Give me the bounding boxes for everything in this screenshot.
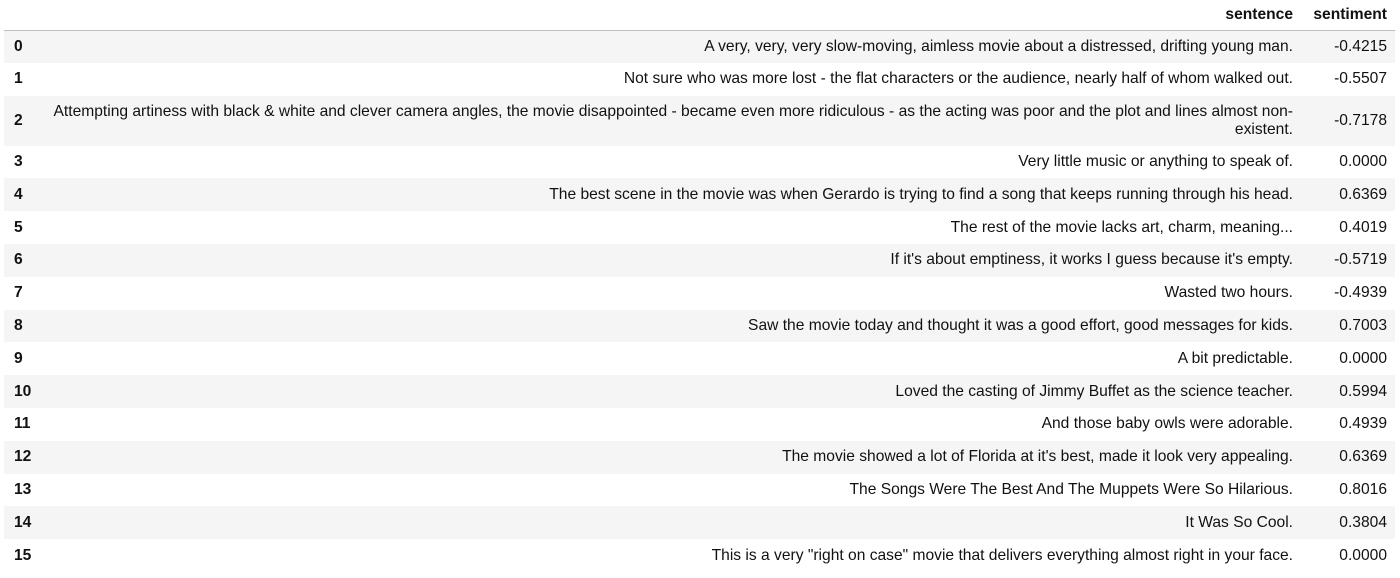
sentence-cell: Wasted two hours.: [1164, 284, 1293, 302]
table-row: 5 The rest of the movie lacks art, charm…: [4, 211, 1395, 244]
sentiment-cell: 0.0000: [1339, 349, 1387, 367]
table-header: sentence sentiment: [4, 0, 1395, 31]
sentence-cell: Attempting artiness with black & white a…: [53, 102, 1294, 138]
sentence-column-header: sentence: [44, 0, 1300, 31]
table-row: 10 Loved the casting of Jimmy Buffet as …: [4, 375, 1395, 408]
sentiment-cell: -0.7178: [1334, 111, 1387, 129]
table-row: 11 And those baby owls were adorable. 0.…: [4, 407, 1395, 441]
sentiment-table: sentence sentiment 0 A very, very, very …: [4, 0, 1395, 572]
sentence-cell: A very, very, very slow-moving, aimless …: [704, 37, 1293, 55]
sentence-cell: Loved the casting of Jimmy Buffet as the…: [895, 382, 1293, 400]
sentiment-cell: 0.4019: [1339, 218, 1387, 236]
header-row: sentence sentiment: [4, 0, 1395, 31]
row-index: 7: [14, 284, 23, 302]
sentence-cell: Very little music or anything to speak o…: [1018, 152, 1293, 170]
table-body: 0 A very, very, very slow-moving, aimles…: [4, 30, 1395, 572]
sentiment-cell: -0.4939: [1334, 284, 1387, 302]
table-row: 0 A very, very, very slow-moving, aimles…: [4, 30, 1395, 63]
row-index: 12: [14, 448, 32, 466]
sentence-cell: The Songs Were The Best And The Muppets …: [849, 480, 1294, 498]
sentiment-cell: -0.5719: [1334, 251, 1387, 269]
row-index: 10: [14, 382, 32, 400]
table-row: 4 The best scene in the movie was when G…: [4, 178, 1395, 212]
sentiment-cell: 0.4939: [1339, 415, 1387, 433]
sentence-cell: If it's about emptiness, it works I gues…: [890, 251, 1293, 269]
sentiment-cell: 0.0000: [1339, 546, 1387, 564]
row-index: 0: [14, 37, 23, 55]
row-index: 14: [14, 513, 32, 531]
sentiment-cell: 0.3804: [1339, 513, 1387, 531]
index-column-header: [4, 0, 44, 31]
row-index: 13: [14, 480, 32, 498]
table-row: 14 It Was So Cool. 0.3804: [4, 506, 1395, 540]
sentence-cell: A bit predictable.: [1177, 349, 1293, 367]
table-row: 15 This is a very "right on case" movie …: [4, 539, 1395, 572]
sentiment-column-header: sentiment: [1300, 0, 1395, 31]
table-row: 9 A bit predictable. 0.0000: [4, 342, 1395, 376]
sentiment-cell: -0.4215: [1334, 37, 1387, 55]
sentiment-cell: 0.6369: [1339, 185, 1387, 203]
row-index: 4: [14, 185, 23, 203]
sentence-cell: Not sure who was more lost - the flat ch…: [623, 70, 1293, 88]
table-row: 8 Saw the movie today and thought it was…: [4, 309, 1395, 343]
sentence-cell: And those baby owls were adorable.: [1041, 415, 1293, 433]
sentiment-cell: -0.5507: [1334, 70, 1387, 88]
row-index: 3: [14, 152, 23, 170]
dataframe-output: sentence sentiment 0 A very, very, very …: [0, 0, 1400, 578]
sentence-cell: It Was So Cool.: [1185, 513, 1293, 531]
sentiment-cell: 0.6369: [1339, 448, 1387, 466]
row-index: 9: [14, 349, 23, 367]
row-index: 1: [14, 70, 23, 88]
row-index: 8: [14, 316, 23, 334]
row-index: 2: [14, 111, 23, 129]
sentence-cell: The movie showed a lot of Florida at it'…: [782, 448, 1293, 466]
sentiment-cell: 0.5994: [1339, 382, 1387, 400]
row-index: 5: [14, 218, 23, 236]
table-row: 1 Not sure who was more lost - the flat …: [4, 62, 1395, 96]
row-index: 15: [14, 546, 32, 564]
table-row: 6 If it's about emptiness, it works I gu…: [4, 243, 1395, 277]
table-row: 7 Wasted two hours. -0.4939: [4, 276, 1395, 310]
sentence-cell: The rest of the movie lacks art, charm, …: [950, 218, 1293, 236]
table-row: 13 The Songs Were The Best And The Muppe…: [4, 473, 1395, 507]
sentence-cell: This is a very "right on case" movie tha…: [711, 546, 1293, 564]
sentence-cell: Saw the movie today and thought it was a…: [748, 316, 1293, 334]
sentiment-cell: 0.0000: [1339, 152, 1387, 170]
table-row: 3 Very little music or anything to speak…: [4, 145, 1395, 179]
row-index: 6: [14, 251, 23, 269]
table-row: 12 The movie showed a lot of Florida at …: [4, 440, 1395, 474]
sentence-cell: The best scene in the movie was when Ger…: [549, 185, 1293, 203]
sentiment-cell: 0.7003: [1339, 316, 1387, 334]
row-index: 11: [14, 415, 31, 433]
table-row: 2 Attempting artiness with black & white…: [4, 95, 1395, 146]
sentiment-cell: 0.8016: [1339, 480, 1387, 498]
